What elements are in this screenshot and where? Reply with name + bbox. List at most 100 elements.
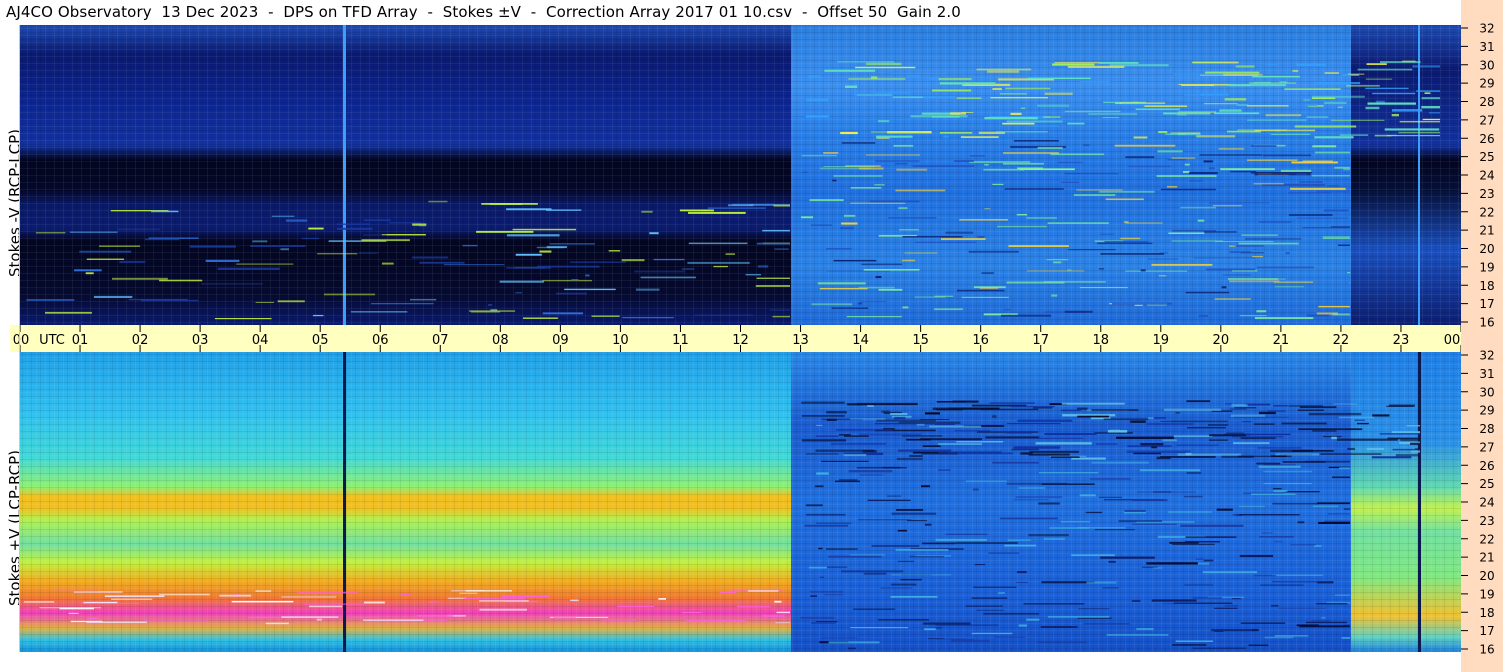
noise-streak — [45, 311, 92, 314]
noise-streak — [1151, 599, 1197, 602]
noise-streak — [815, 485, 824, 488]
freq-tick-label: 22 — [1479, 205, 1494, 219]
noise-streak — [1265, 63, 1278, 66]
noise-streak — [907, 520, 928, 522]
noise-streak — [641, 210, 653, 213]
noise-streak — [1273, 490, 1288, 492]
noise-streak — [553, 617, 576, 619]
noise-streak — [804, 524, 849, 527]
noise-streak — [824, 594, 843, 596]
noise-streak — [894, 163, 908, 165]
noise-streak — [1151, 263, 1213, 266]
noise-streak — [1147, 417, 1154, 419]
noise-streak — [1044, 92, 1073, 95]
noise-streak — [118, 228, 160, 231]
noise-streak — [1238, 242, 1299, 245]
x-tick-label: 19 — [1153, 333, 1170, 348]
noise-streak — [893, 144, 914, 147]
noise-streak — [111, 598, 153, 600]
noise-streak — [841, 222, 858, 225]
noise-streak — [1002, 122, 1035, 125]
noise-streak — [1050, 153, 1105, 156]
noise-streak — [55, 590, 98, 592]
noise-streak — [214, 318, 272, 320]
noise-streak — [1073, 194, 1116, 196]
noise-streak — [976, 609, 1004, 611]
noise-streak — [1260, 584, 1304, 586]
noise-streak — [1079, 494, 1096, 497]
noise-streak — [1136, 628, 1154, 631]
noise-streak — [1162, 439, 1177, 442]
noise-streak — [1284, 88, 1341, 90]
noise-streak — [934, 308, 963, 311]
noise-streak — [1252, 75, 1300, 78]
noise-streak — [932, 407, 989, 410]
noise-streak — [990, 97, 1049, 99]
noise-streak — [443, 264, 505, 266]
noise-streak — [1299, 406, 1337, 409]
noise-streak — [1027, 77, 1091, 79]
noise-streak — [1046, 259, 1069, 261]
noise-streak — [998, 592, 1005, 594]
noise-streak — [939, 82, 996, 85]
noise-streak — [1233, 442, 1270, 445]
noise-streak — [247, 616, 280, 619]
noise-streak — [1308, 412, 1362, 416]
noise-streak — [959, 219, 1008, 221]
freq-tick-label: 26 — [1479, 132, 1494, 146]
noise-streak — [1120, 102, 1166, 104]
noise-streak — [890, 596, 938, 598]
noise-streak — [823, 166, 875, 167]
noise-streak — [1133, 136, 1148, 139]
noise-streak — [564, 288, 616, 291]
noise-streak — [119, 260, 146, 264]
noise-streak — [556, 292, 587, 295]
noise-streak — [1226, 432, 1245, 434]
noise-streak — [826, 270, 890, 272]
x-tick-label: 03 — [192, 333, 209, 348]
noise-streak — [935, 538, 987, 541]
noise-streak — [1171, 420, 1228, 423]
noise-streak — [853, 608, 896, 610]
noise-streak — [1239, 554, 1274, 558]
noise-streak — [802, 171, 808, 173]
noise-streak — [1247, 119, 1307, 121]
noise-streak — [1294, 125, 1357, 128]
noise-streak — [1125, 270, 1188, 272]
noise-streak — [981, 272, 994, 274]
noise-streak — [955, 542, 1018, 544]
freq-tick-label: 32 — [1479, 349, 1494, 363]
noise-streak — [649, 232, 659, 235]
noise-streak — [231, 600, 294, 603]
noise-streak — [1320, 453, 1382, 455]
noise-streak — [1416, 90, 1440, 92]
noise-streak — [1252, 629, 1258, 631]
noise-streak — [1088, 113, 1138, 115]
noise-streak — [1177, 453, 1241, 456]
noise-streak — [1186, 472, 1202, 474]
noise-streak — [1251, 493, 1296, 495]
noise-streak — [85, 272, 94, 275]
noise-streak — [1229, 251, 1252, 254]
noise-streak — [382, 262, 394, 265]
noise-streak — [640, 276, 696, 279]
noise-streak — [860, 474, 884, 476]
noise-streak — [835, 480, 860, 483]
freq-tick-label: 27 — [1479, 113, 1494, 127]
noise-streak — [881, 410, 890, 413]
noise-streak — [1050, 456, 1080, 458]
noise-streak — [617, 605, 655, 607]
noise-streak — [1128, 165, 1172, 168]
noise-streak — [1015, 581, 1028, 584]
noise-streak — [1291, 161, 1338, 164]
noise-streak — [1156, 175, 1217, 177]
noise-streak — [973, 586, 1017, 588]
noise-streak — [1421, 106, 1440, 109]
noise-streak — [1218, 147, 1245, 150]
noise-streak — [361, 239, 410, 242]
noise-streak — [801, 439, 847, 442]
noise-streak — [1156, 456, 1171, 460]
noise-streak — [891, 574, 951, 576]
noise-streak — [622, 317, 674, 319]
noise-streak — [896, 168, 927, 171]
